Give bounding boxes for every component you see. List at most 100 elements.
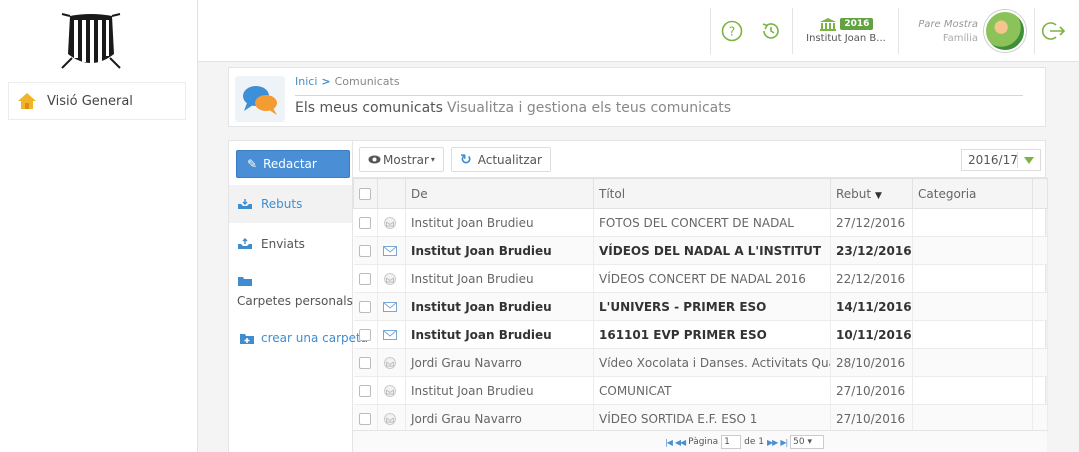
row-checkbox[interactable]	[358, 413, 371, 425]
row-extra	[1032, 264, 1048, 293]
page-input[interactable]: 1	[721, 435, 742, 449]
sidebar-item-overview[interactable]: Visió General	[8, 82, 186, 120]
envelope-icon	[383, 330, 397, 340]
header-divider	[792, 8, 793, 54]
row-title[interactable]: VÍDEOS DEL NADAL A L'INSTITUT	[593, 236, 831, 265]
row-category	[912, 208, 1033, 237]
table-row[interactable]: Institut Joan Brudieu L'UNIVERS - PRIMER …	[353, 292, 1048, 321]
home-icon	[18, 93, 36, 109]
page-header: Inici > Comunicats Els meus comunicats Visu…	[228, 67, 1046, 127]
chevron-down-icon	[1024, 157, 1034, 164]
avatar[interactable]	[984, 10, 1026, 52]
first-page-icon[interactable]: |◀	[665, 438, 673, 447]
header-divider	[898, 8, 899, 54]
inbox-icon	[238, 199, 252, 209]
row-title[interactable]: FOTOS DEL CONCERT DE NADAL	[593, 208, 831, 237]
column-header-from[interactable]: De	[405, 178, 594, 209]
building-icon	[819, 17, 836, 31]
envelope-open-icon	[384, 273, 396, 285]
page-of-label: de 1	[744, 437, 764, 447]
row-title[interactable]: VÍDEOS CONCERT DE NADAL 2016	[593, 264, 831, 293]
page-size-select[interactable]: 50 ▾	[790, 435, 825, 449]
envelope-open-icon	[384, 413, 396, 425]
year-badge: 2016	[840, 17, 874, 30]
caret-down-icon: ▾	[430, 155, 435, 164]
row-title[interactable]: COMUNICAT	[593, 376, 831, 405]
row-status-cell	[377, 348, 406, 377]
table-row[interactable]: Institut Joan Brudieu 161101 EVP PRIMER E…	[353, 320, 1048, 349]
compose-button[interactable]: ✎ Redactar	[236, 150, 350, 178]
row-status-cell	[377, 236, 406, 265]
table-header-row: De Títol Rebut ▼ Categoria	[353, 178, 1048, 209]
toolbar: Mostrar ▾ ↻ Actualitzar 2016/17	[353, 141, 1047, 178]
row-checkbox[interactable]	[358, 273, 371, 285]
folder-icon	[238, 277, 252, 286]
user-name: Pare Mostra	[918, 19, 978, 30]
row-date: 27/12/2016	[830, 208, 913, 237]
row-checkbox[interactable]	[358, 329, 371, 341]
table-row[interactable]: Jordi Grau Navarro Vídeo Xocolata i Danse…	[353, 348, 1048, 377]
help-icon[interactable]: ?	[721, 20, 743, 42]
row-extra	[1032, 292, 1048, 321]
table-row[interactable]: Institut Joan Brudieu VÍDEOS CONCERT DE N…	[353, 264, 1048, 293]
table-row[interactable]: Jordi Grau Navarro VÍDEO SORTIDA E.F. ESO…	[353, 404, 1048, 433]
row-date: 23/12/2016	[830, 236, 913, 265]
pencil-icon: ✎	[247, 157, 258, 171]
year-select-value: 2016/17	[968, 153, 1018, 167]
school-name: Institut Joan B...	[806, 32, 886, 44]
row-title[interactable]: VÍDEO SORTIDA E.F. ESO 1	[593, 404, 831, 433]
select-all-checkbox[interactable]	[359, 188, 371, 200]
row-date: 28/10/2016	[830, 348, 913, 377]
envelope-open-icon	[384, 357, 396, 369]
refresh-button[interactable]: ↻ Actualitzar	[451, 147, 551, 172]
row-checkbox[interactable]	[358, 385, 371, 397]
top-header: ? 2016 Institut Joan B... Pare Mostra Fa…	[198, 0, 1079, 62]
row-checkbox[interactable]	[358, 301, 371, 313]
column-header-category[interactable]: Categoria	[912, 178, 1033, 209]
nav-item-label: Enviats	[261, 237, 305, 251]
user-role: Família	[942, 33, 978, 44]
table-row[interactable]: Institut Joan Brudieu COMUNICAT 27/10/2016	[353, 376, 1048, 405]
row-extra	[1032, 404, 1048, 433]
column-header-title[interactable]: Títol	[593, 178, 831, 209]
row-from: Institut Joan Brudieu	[405, 320, 594, 349]
breadcrumb-current: Comunicats	[334, 75, 400, 88]
nav-item-personal-folders[interactable]: Carpetes personals	[229, 267, 353, 319]
row-title[interactable]: L'UNIVERS - PRIMER ESO	[593, 292, 831, 321]
row-select-cell	[353, 236, 378, 265]
row-from: Jordi Grau Navarro	[405, 404, 594, 433]
row-title[interactable]: 161101 EVP PRIMER ESO	[593, 320, 831, 349]
row-title[interactable]: Vídeo Xocolata i Danses. Activitats Quar…	[593, 348, 831, 377]
column-header-received[interactable]: Rebut ▼	[830, 178, 913, 209]
next-page-icon[interactable]: ▶▶	[767, 438, 778, 447]
nav-item-received[interactable]: Rebuts	[229, 185, 352, 223]
nav-item-sent[interactable]: Enviats	[229, 225, 352, 263]
row-checkbox[interactable]	[358, 245, 371, 257]
page-size-value: 50	[793, 437, 805, 447]
row-date: 27/10/2016	[830, 376, 913, 405]
logout-icon[interactable]	[1040, 20, 1066, 42]
create-folder-link[interactable]: crear una carpeta	[239, 331, 368, 345]
history-icon[interactable]	[760, 20, 782, 42]
table-row[interactable]: Institut Joan Brudieu FOTOS DEL CONCERT D…	[353, 208, 1048, 237]
row-checkbox[interactable]	[358, 217, 371, 229]
school-selector[interactable]: 2016 Institut Joan B...	[798, 16, 894, 44]
select-all-cell	[353, 178, 378, 209]
row-from: Institut Joan Brudieu	[405, 264, 594, 293]
header-divider	[1034, 8, 1035, 54]
row-status-cell	[377, 208, 406, 237]
row-from: Jordi Grau Navarro	[405, 348, 594, 377]
row-date: 22/12/2016	[830, 264, 913, 293]
row-from: Institut Joan Brudieu	[405, 292, 594, 321]
user-info[interactable]: Pare Mostra Família	[910, 18, 978, 46]
year-select[interactable]: 2016/17	[961, 149, 1041, 171]
show-dropdown-button[interactable]: Mostrar ▾	[359, 147, 444, 172]
row-from: Institut Joan Brudieu	[405, 376, 594, 405]
breadcrumb-home-link[interactable]: Inici	[295, 75, 317, 88]
row-checkbox[interactable]	[358, 357, 371, 369]
chat-icon	[235, 76, 285, 122]
table-row[interactable]: Institut Joan Brudieu VÍDEOS DEL NADAL A …	[353, 236, 1048, 265]
left-sidebar: Visió General	[0, 0, 198, 452]
prev-page-icon[interactable]: ◀◀	[675, 438, 686, 447]
last-page-icon[interactable]: ▶|	[780, 438, 788, 447]
